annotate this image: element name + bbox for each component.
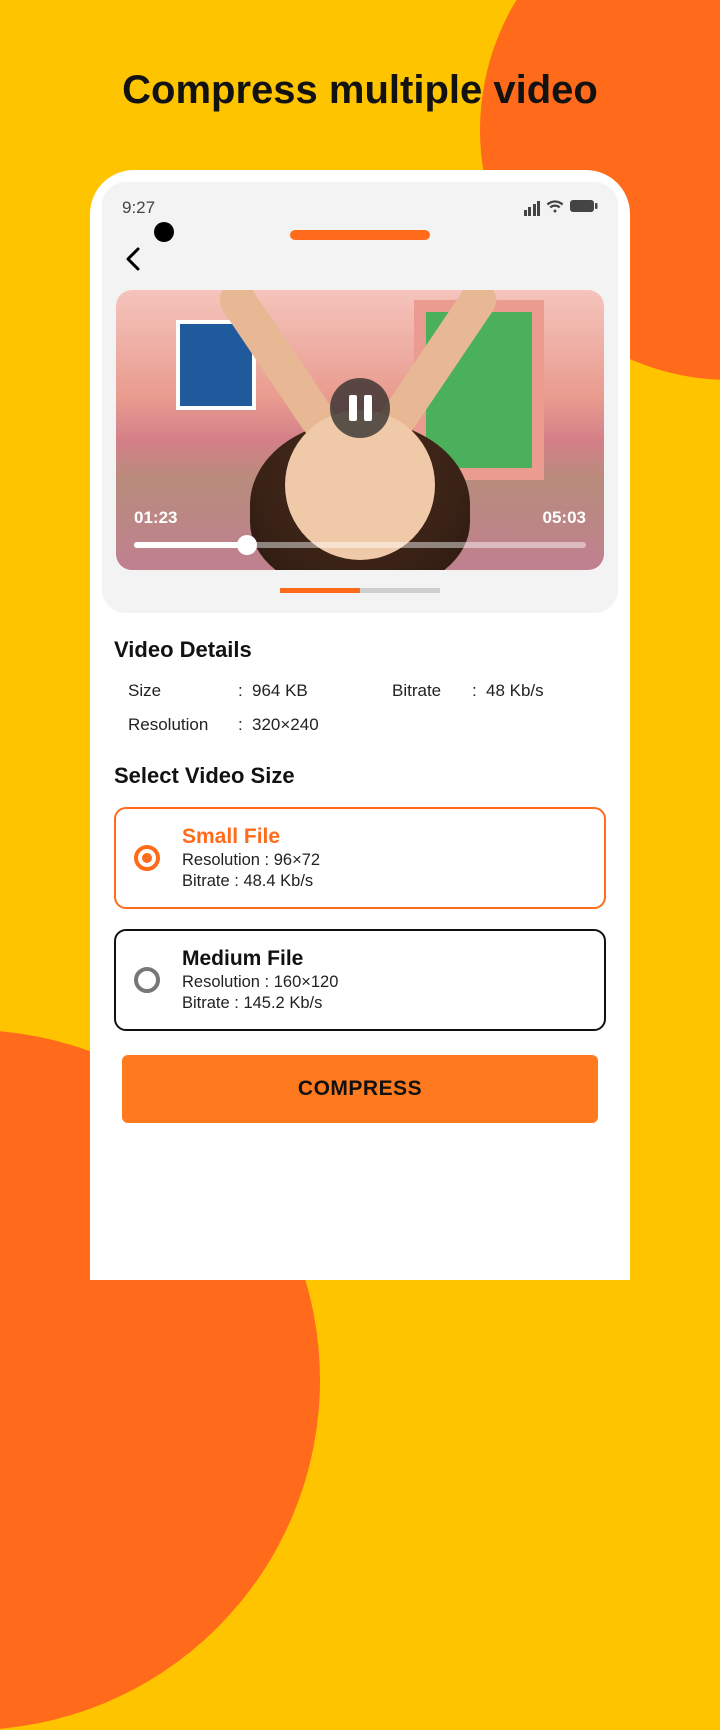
- size-value: 964 KB: [252, 681, 362, 701]
- video-preview[interactable]: 01:23 05:03: [116, 290, 604, 570]
- signal-icon: [524, 201, 541, 216]
- video-header-card: 9:27: [102, 182, 618, 613]
- video-details-title: Video Details: [114, 637, 606, 663]
- top-accent-bar: [290, 230, 430, 240]
- wifi-icon: [546, 198, 564, 218]
- radio-icon: [134, 967, 160, 993]
- camera-dot: [154, 222, 174, 242]
- back-button[interactable]: [124, 246, 604, 278]
- compress-button[interactable]: COMPRESS: [122, 1055, 598, 1123]
- seek-knob[interactable]: [237, 535, 257, 555]
- phone-frame: 9:27: [90, 170, 630, 1280]
- option-title: Medium File: [182, 947, 338, 971]
- page-dot-active: [280, 588, 360, 593]
- size-label: Size: [128, 681, 238, 701]
- option-resolution: Resolution : 160×120: [182, 973, 338, 992]
- page-dot: [360, 588, 440, 593]
- option-title: Small File: [182, 825, 320, 849]
- status-bar: 9:27: [116, 194, 604, 220]
- status-icons: [524, 198, 599, 218]
- detail-row-resolution: Resolution : 320×240: [128, 715, 606, 735]
- battery-icon: [570, 198, 598, 218]
- seek-fill: [134, 542, 247, 548]
- bitrate-value: 48 Kb/s: [486, 681, 544, 701]
- bitrate-label: Bitrate: [392, 681, 472, 701]
- detail-row-size-bitrate: Size : 964 KB Bitrate : 48 Kb/s: [128, 681, 606, 701]
- page-headline: Compress multiple video: [0, 0, 720, 113]
- time-total: 05:03: [543, 508, 586, 528]
- seek-bar[interactable]: [134, 542, 586, 548]
- option-bitrate: Bitrate : 48.4 Kb/s: [182, 872, 320, 891]
- resolution-value: 320×240: [252, 715, 319, 735]
- option-bitrate: Bitrate : 145.2 Kb/s: [182, 994, 338, 1013]
- option-small-file[interactable]: Small File Resolution : 96×72 Bitrate : …: [114, 807, 606, 909]
- select-size-title: Select Video Size: [114, 763, 606, 789]
- page-indicator: [116, 588, 604, 593]
- radio-icon: [134, 845, 160, 871]
- resolution-label: Resolution: [128, 715, 238, 735]
- option-medium-file[interactable]: Medium File Resolution : 160×120 Bitrate…: [114, 929, 606, 1031]
- pause-button[interactable]: [330, 378, 390, 438]
- option-resolution: Resolution : 96×72: [182, 851, 320, 870]
- status-time: 9:27: [122, 198, 155, 218]
- time-current: 01:23: [134, 508, 177, 528]
